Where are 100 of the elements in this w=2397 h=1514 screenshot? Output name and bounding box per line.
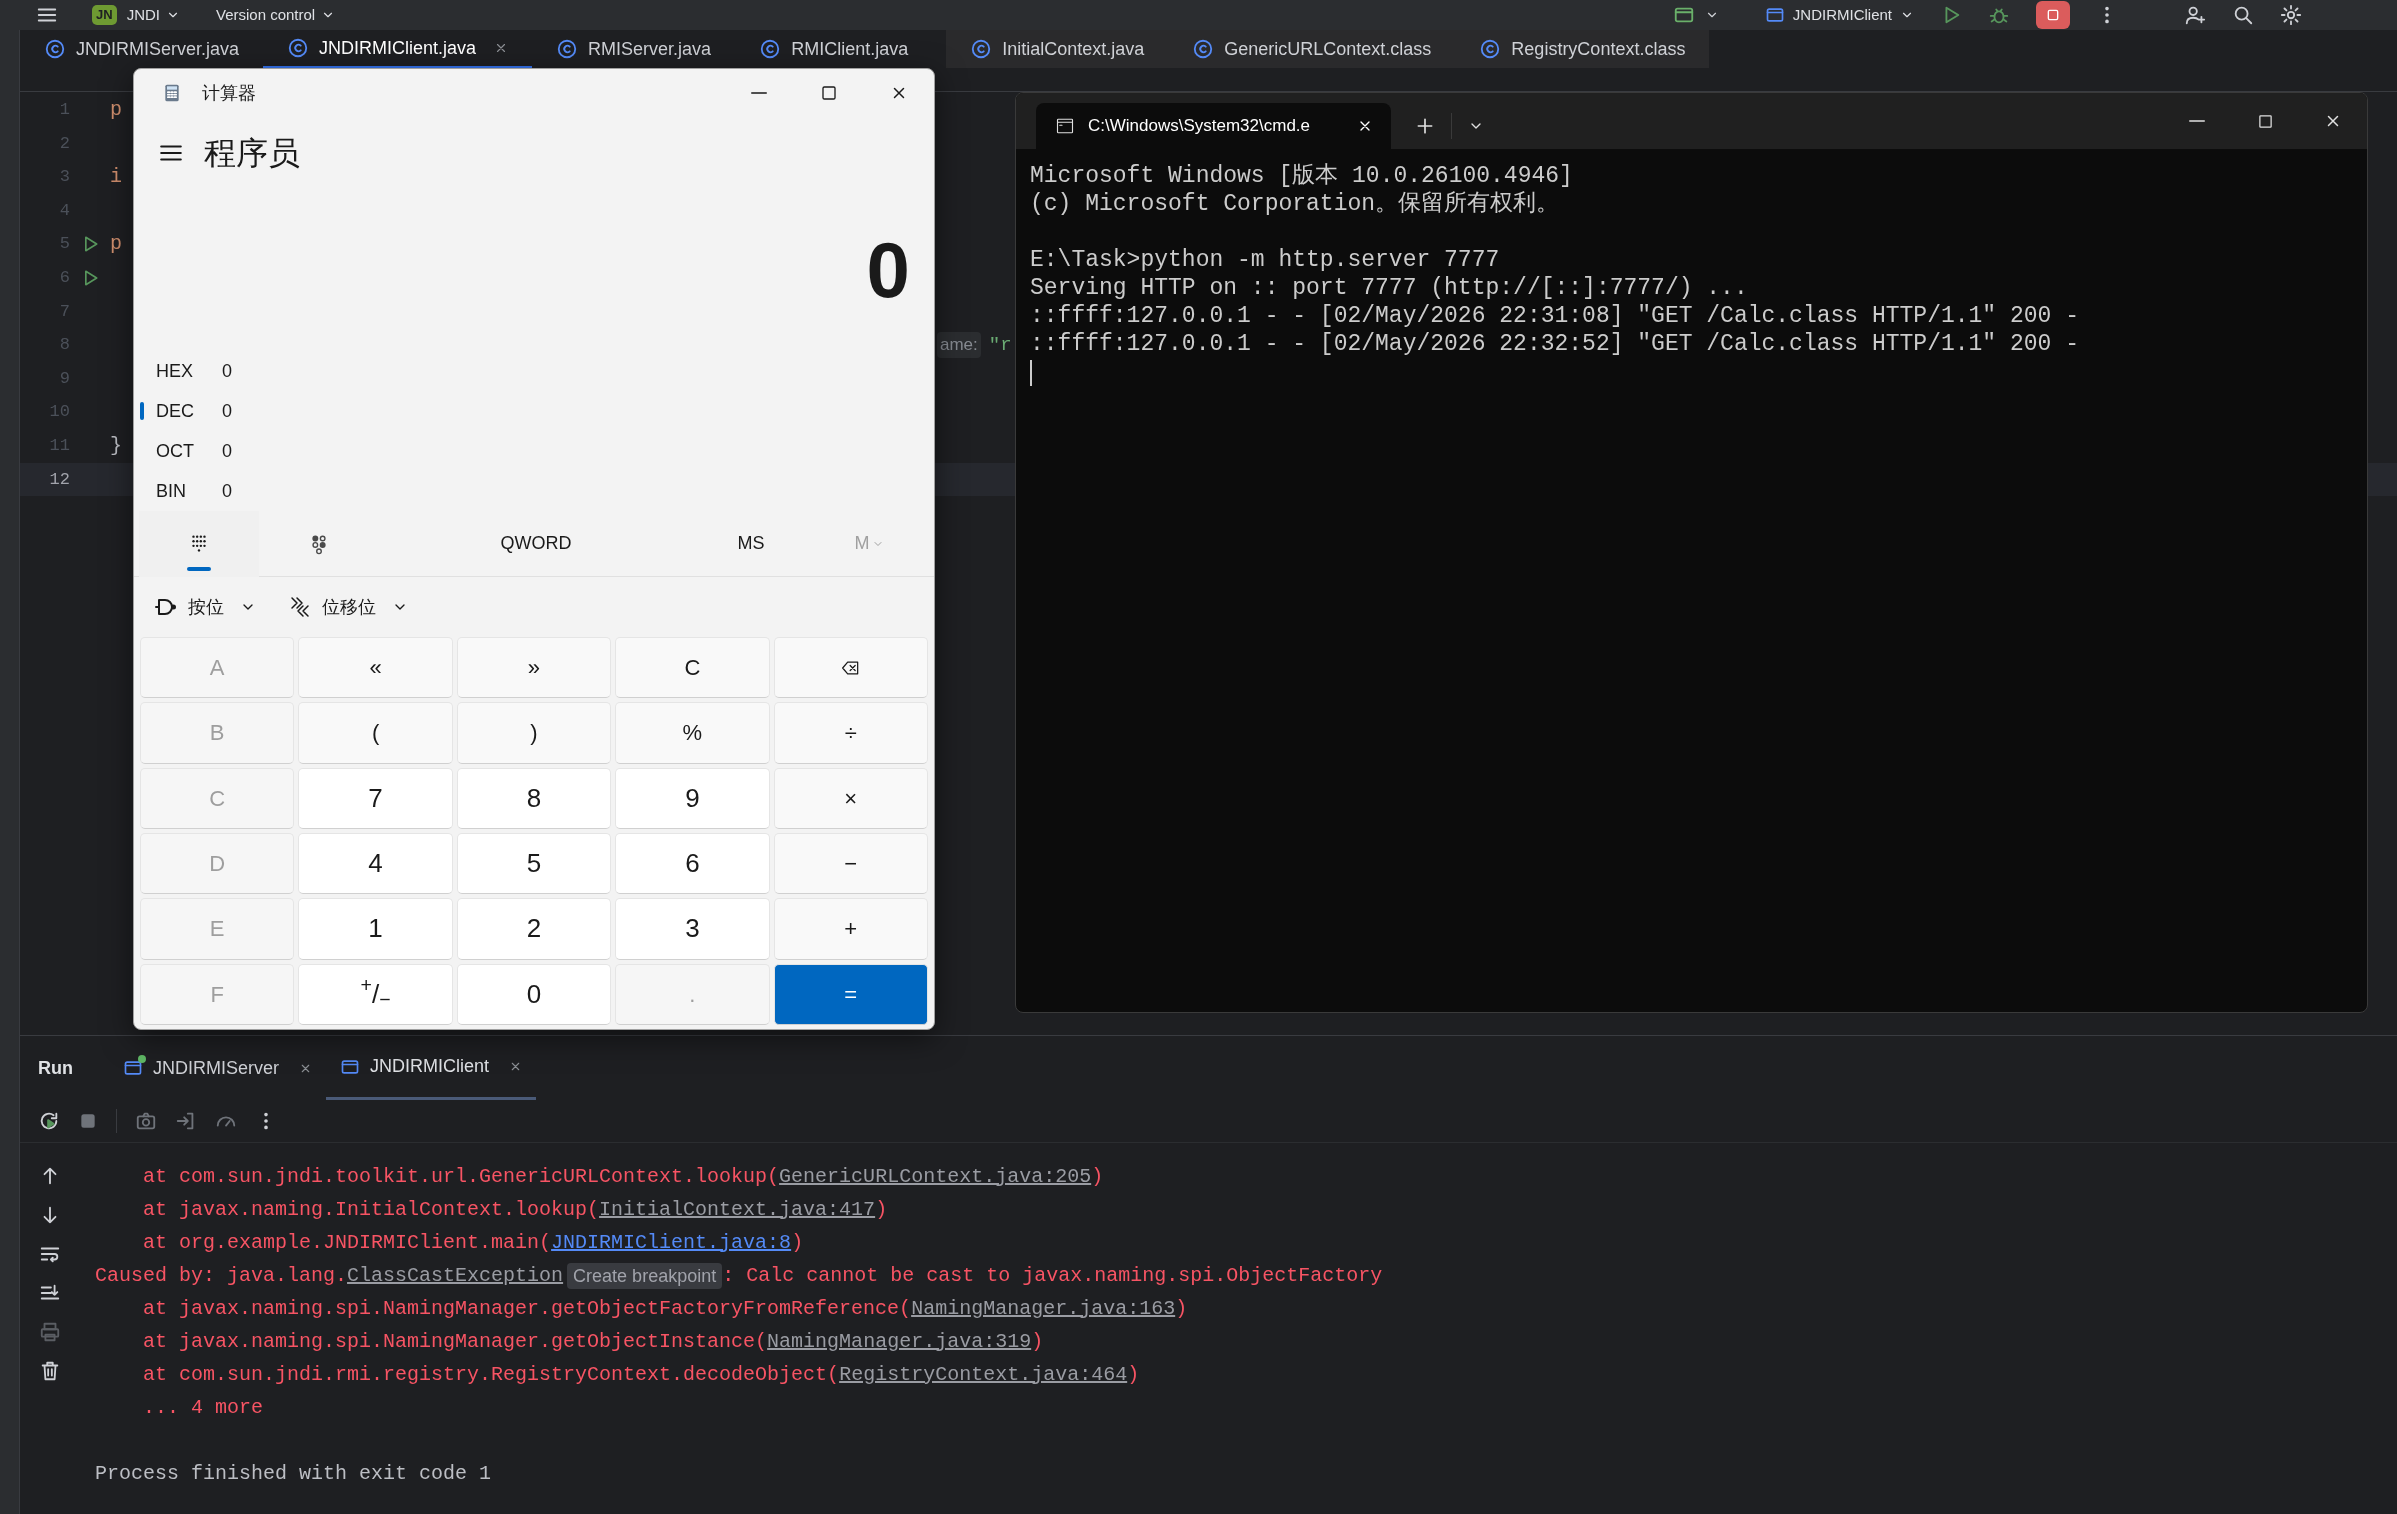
- console-text: at javax.naming.InitialContext.lookup(: [143, 1196, 600, 1223]
- minimize-icon: [2189, 120, 2205, 122]
- calculator-key[interactable]: %: [615, 702, 770, 764]
- breakpoint-chip[interactable]: Create breakpoint: [567, 1262, 723, 1289]
- calculator-key[interactable]: »: [456, 637, 612, 699]
- calculator-key[interactable]: ÷: [773, 702, 928, 764]
- calculator-key[interactable]: +: [773, 898, 928, 960]
- source-link[interactable]: NamingManager.java:319: [767, 1326, 1032, 1357]
- calculator-icon: [162, 82, 182, 104]
- terminal-line: E:\Task>python -m http.server 7777: [1030, 246, 1500, 274]
- tab-label: RMIServer.java: [588, 37, 712, 61]
- radix-row[interactable]: BIN 0: [134, 471, 934, 511]
- project-menu[interactable]: JNDI: [126, 3, 180, 27]
- editor-tab[interactable]: InitialContext.java: [946, 30, 1169, 68]
- code-text: }: [110, 432, 122, 459]
- calculator-key[interactable]: 6: [615, 833, 770, 895]
- editor-tab[interactable]: RegistryContext.class: [1455, 30, 1710, 68]
- stop-icon: [2045, 7, 2061, 23]
- tab-label: RegistryContext.class: [1511, 37, 1686, 61]
- calculator-key[interactable]: C: [615, 637, 770, 699]
- class-icon: [1479, 38, 1502, 60]
- code-text: p: [110, 231, 122, 258]
- calculator-key[interactable]: 4: [298, 833, 453, 895]
- dropdown-button[interactable]: 位移位: [276, 585, 420, 629]
- console-text: ): [1091, 1163, 1104, 1190]
- console-text: ... 4 more: [143, 1394, 264, 1421]
- calculator-key[interactable]: 7: [298, 767, 453, 829]
- dropdown-button[interactable]: 按位: [142, 585, 268, 629]
- console-text: at javax.naming.spi.NamingManager.getObjectFactoryFromReference(: [143, 1295, 912, 1322]
- console-text: at com.sun.jndi.toolkit.url.GenericURLContext.lookup(: [143, 1163, 780, 1190]
- class-icon: [287, 37, 310, 59]
- calculator-key[interactable]: $^{+}$/$_{−}$: [298, 963, 453, 1025]
- editor-tab[interactable]: GenericURLContext.class: [1168, 30, 1456, 68]
- minimize-icon: [751, 92, 767, 94]
- console-text: ): [875, 1196, 888, 1223]
- print-icon[interactable]: [39, 1321, 61, 1343]
- calculator-key[interactable]: 2: [456, 898, 612, 960]
- rerun-icon[interactable]: [38, 1110, 60, 1132]
- calculator-key[interactable]: −: [773, 833, 928, 895]
- console-text: ): [1031, 1328, 1044, 1355]
- window-icon: [1764, 5, 1785, 25]
- console-icon: [123, 1058, 143, 1078]
- calculator-key[interactable]: «: [298, 637, 453, 699]
- terminal-line: Serving HTTP on :: port 7777 (http://[::]:7777/) ...: [1030, 274, 1748, 302]
- source-link[interactable]: GenericURLContext.java:205: [779, 1161, 1092, 1192]
- run-tab[interactable]: JNDIRMIServer: [109, 1036, 326, 1100]
- maximize-icon: [2257, 113, 2273, 129]
- class-icon: [44, 38, 66, 60]
- equals-key[interactable]: =: [773, 963, 928, 1025]
- terminal-line: ::ffff:127.0.0.1 - - [02/May/2026 22:32:52] "GET /Calc.class HTTP/1.1" 200 -: [1030, 330, 2079, 358]
- search-icon[interactable]: [2232, 4, 2254, 26]
- person-add-icon[interactable]: [2184, 4, 2206, 26]
- run-config-menu[interactable]: JNDIRMIClient: [1764, 3, 1914, 27]
- panel-title: Run: [38, 1056, 73, 1080]
- terminal-line: ::ffff:127.0.0.1 - - [02/May/2026 22:31:08] "GET /Calc.class HTTP/1.1" 200 -: [1030, 302, 2079, 330]
- source-link[interactable]: NamingManager.java:163: [911, 1293, 1176, 1324]
- stop-icon[interactable]: [78, 1111, 98, 1131]
- trash-icon[interactable]: [39, 1360, 61, 1382]
- calculator-key[interactable]: 3: [615, 898, 770, 960]
- tab-label: RMIClient.java: [791, 37, 909, 61]
- radix-row[interactable]: DEC 0: [134, 391, 934, 431]
- calculator-key[interactable]: ): [456, 702, 612, 764]
- code-text: i: [110, 164, 122, 190]
- run-tab[interactable]: JNDIRMIClient: [326, 1036, 537, 1100]
- calculator-key[interactable]: ×: [773, 767, 928, 829]
- console-text: Process finished with exit code 1: [95, 1460, 492, 1487]
- calculator-key[interactable]: 9: [615, 767, 770, 829]
- plus-icon[interactable]: [1415, 116, 1435, 136]
- mode-title: 程序员: [204, 134, 300, 173]
- class-icon: [759, 38, 782, 60]
- console-text: : Calc cannot be cast to javax.naming.spi.ObjectFactory: [722, 1262, 1383, 1289]
- console-text: Caused by: java.lang.: [95, 1262, 348, 1289]
- radix-row[interactable]: HEX 0: [134, 351, 934, 391]
- terminal-tab[interactable]: C:\Windows\System32\cmd.e: [1036, 103, 1391, 149]
- camera-icon[interactable]: [135, 1110, 157, 1132]
- calculator-key[interactable]: 8: [456, 767, 612, 829]
- calculator-key[interactable]: 1: [298, 898, 453, 960]
- stop-button[interactable]: [2036, 1, 2070, 29]
- word-size-button[interactable]: QWORD: [379, 530, 693, 557]
- tab-label: JNDIRMIClient: [370, 1055, 490, 1078]
- tab-title: C:\Windows\System32\cmd.e: [1088, 115, 1310, 138]
- source-link[interactable]: ClassCastException: [347, 1260, 564, 1291]
- chevrons-icon: [288, 595, 312, 619]
- calculator-key[interactable]: 0: [456, 963, 612, 1025]
- radix-row[interactable]: OCT 0: [134, 431, 934, 471]
- version-control-menu[interactable]: Version control: [215, 3, 336, 27]
- console-text: at org.example.JNDIRMIClient.main(: [143, 1229, 552, 1256]
- project-badge: JN: [92, 5, 117, 25]
- source-link[interactable]: RegistryContext.java:464: [839, 1359, 1128, 1390]
- inlay-hint: ame:: [937, 332, 981, 358]
- memory-store-button[interactable]: MS: [693, 530, 809, 557]
- calculator-key[interactable]: (: [298, 702, 453, 764]
- console-text: at javax.naming.spi.NamingManager.getObjectInstance(: [143, 1328, 768, 1355]
- source-link[interactable]: JNDIRMIClient.java:8: [551, 1227, 792, 1258]
- class-icon: [556, 38, 579, 60]
- calculator-key[interactable]: 5: [456, 833, 612, 895]
- console-text: ): [1175, 1295, 1188, 1322]
- class-icon: [970, 38, 993, 60]
- source-link[interactable]: InitialContext.java:417: [599, 1194, 876, 1225]
- settings-icon[interactable]: [2280, 4, 2302, 26]
